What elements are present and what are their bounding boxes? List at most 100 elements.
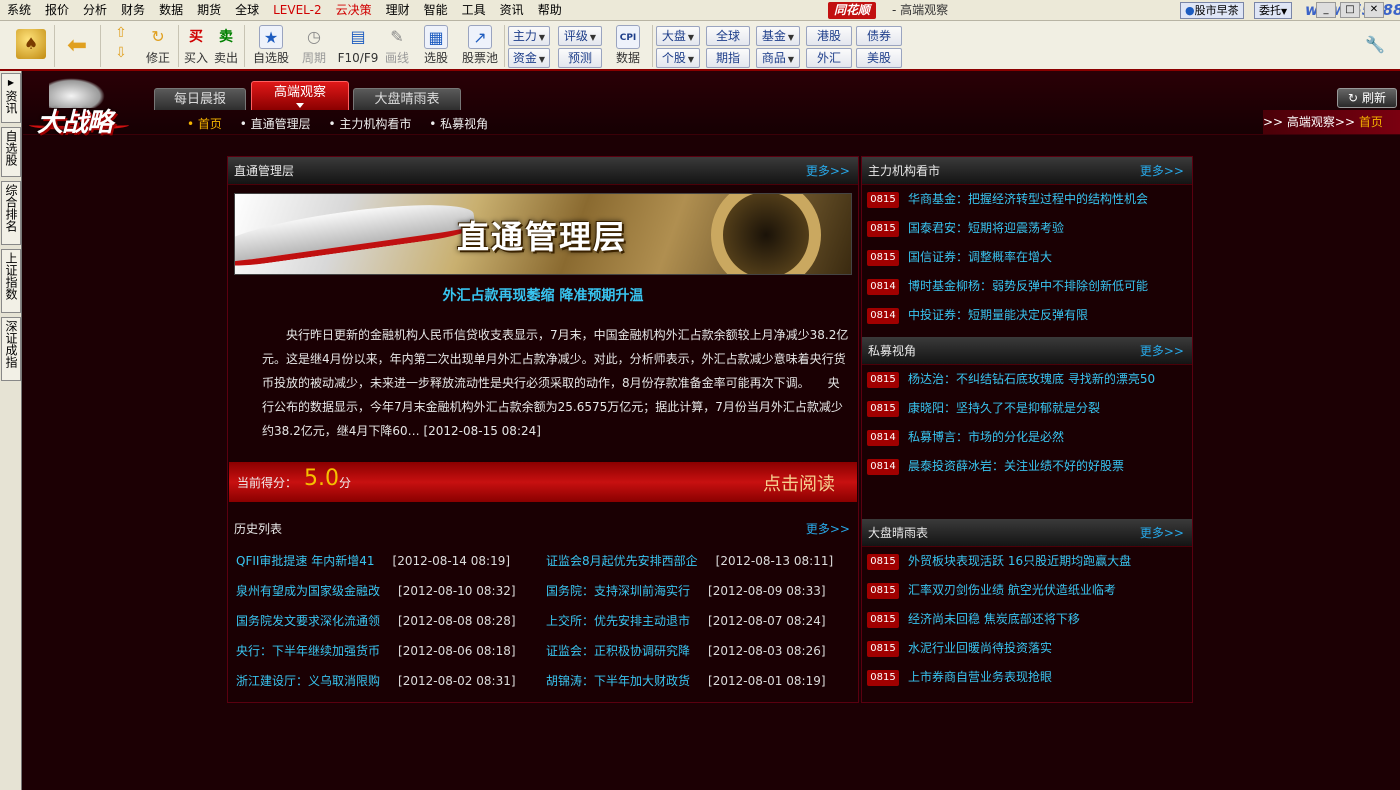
more-link[interactable]: 更多>> xyxy=(806,157,850,185)
history-row[interactable]: 国务院：支持深圳前海实行 [2012-08-09 08:33] xyxy=(546,581,826,601)
news-title[interactable]: 康晓阳：坚持久了不是抑郁就是分裂 xyxy=(908,401,1100,415)
banner-image[interactable]: 直通管理层 xyxy=(234,193,852,275)
news-item[interactable]: 0815 水泥行业回暖尚待投资落实 xyxy=(862,634,1192,663)
history-more-link[interactable]: 更多>> xyxy=(806,515,850,543)
history-title[interactable]: 上交所：优先安排主动退市 xyxy=(546,614,690,628)
subnav-management[interactable]: • 直通管理层 xyxy=(240,117,311,131)
menu-finance[interactable]: 财务 xyxy=(114,0,152,21)
news-item[interactable]: 0814 博时基金柳杨：弱势反弹中不排除创新低可能 xyxy=(862,272,1192,301)
news-item[interactable]: 0815 国信证券：调整概率在增大 xyxy=(862,243,1192,272)
history-row[interactable]: 泉州有望成为国家级金融改 [2012-08-10 08:32] xyxy=(236,581,516,601)
buy-button[interactable]: 买 买入 xyxy=(182,23,210,69)
news-item[interactable]: 0815 外贸板块表现活跃 16只股近期均跑赢大盘 xyxy=(862,547,1192,576)
news-item[interactable]: 0814 中投证券：短期量能决定反弹有限 xyxy=(862,301,1192,330)
news-title[interactable]: 中投证券：短期量能决定反弹有限 xyxy=(908,308,1088,322)
history-title[interactable]: 胡锦涛：下半年加大财政货 xyxy=(546,674,690,688)
more-link[interactable]: 更多>> xyxy=(1140,519,1184,547)
history-row[interactable]: 上交所：优先安排主动退市 [2012-08-07 08:24] xyxy=(546,611,826,631)
global-button[interactable]: 全球 xyxy=(706,26,750,46)
history-title[interactable]: 国务院：支持深圳前海实行 xyxy=(546,584,690,598)
news-title[interactable]: 私募博言：市场的分化是必然 xyxy=(908,430,1064,444)
news-title[interactable]: 水泥行业回暖尚待投资落实 xyxy=(908,641,1052,655)
left-tab-news[interactable]: ▶ 资讯 xyxy=(1,73,21,123)
news-title[interactable]: 外贸板块表现活跃 16只股近期均跑赢大盘 xyxy=(908,554,1131,568)
tab-morning-report[interactable]: 每日晨报 xyxy=(154,88,246,110)
news-title[interactable]: 上市券商自营业务表现抢眼 xyxy=(908,670,1052,684)
news-item[interactable]: 0815 杨达治：不纠结钻石底玫瑰底 寻找新的漂亮50 xyxy=(862,365,1192,394)
news-item[interactable]: 0815 康晓阳：坚持久了不是抑郁就是分裂 xyxy=(862,394,1192,423)
menu-help[interactable]: 帮助 xyxy=(531,0,569,21)
period-button[interactable]: ◷ 周期 xyxy=(296,23,332,69)
history-title[interactable]: QFII审批提速 年内新增41 xyxy=(236,554,375,568)
rating-button[interactable]: 评级 ▼ xyxy=(558,26,602,46)
refresh-button[interactable]: ↻ 刷新 xyxy=(1337,88,1397,108)
news-title[interactable]: 经济尚未回稳 焦炭底部还将下移 xyxy=(908,612,1080,626)
draw-line-button[interactable]: ✎ 画线 xyxy=(382,23,412,69)
menu-news[interactable]: 资讯 xyxy=(493,0,531,21)
hk-stock-button[interactable]: 港股 xyxy=(806,26,852,46)
morning-tea-button[interactable]: ●股市早茶 xyxy=(1180,2,1244,19)
capital-button[interactable]: 资金 ▼ xyxy=(508,48,550,68)
menu-analysis[interactable]: 分析 xyxy=(76,0,114,21)
f10-button[interactable]: ▤ F10/F9 xyxy=(336,23,380,69)
history-title[interactable]: 证监会8月起优先安排西部企 xyxy=(546,554,698,568)
forecast-button[interactable]: 预测 xyxy=(558,48,602,68)
history-title[interactable]: 泉州有望成为国家级金融改 xyxy=(236,584,380,598)
menu-quote[interactable]: 报价 xyxy=(38,0,76,21)
subnav-home[interactable]: • 首页 xyxy=(187,117,222,131)
history-title[interactable]: 国务院发文要求深化流通领 xyxy=(236,614,380,628)
back-button[interactable]: ⬅ xyxy=(60,23,94,69)
home-button[interactable]: ♠ xyxy=(14,23,48,69)
menu-global[interactable]: 全球 xyxy=(228,0,266,21)
data-button[interactable]: CPI 数据 xyxy=(608,23,648,69)
left-tab-watchlist[interactable]: 自选股 xyxy=(1,127,21,177)
page-up-down-button[interactable]: ⇧ ⇩ xyxy=(106,23,136,69)
history-title[interactable]: 央行：下半年继续加强货币 xyxy=(236,644,380,658)
subnav-private-equity[interactable]: • 私募视角 xyxy=(429,117,488,131)
history-row[interactable]: 浙江建设厅：义乌取消限购 [2012-08-02 08:31] xyxy=(236,671,516,691)
menu-level2[interactable]: LEVEL-2 xyxy=(266,0,329,21)
news-title[interactable]: 博时基金柳杨：弱势反弹中不排除创新低可能 xyxy=(908,279,1148,293)
menu-wealth[interactable]: 理财 xyxy=(379,0,417,21)
sell-button[interactable]: 卖 卖出 xyxy=(212,23,240,69)
news-title[interactable]: 华商基金：把握经济转型过程中的结构性机会 xyxy=(908,192,1148,206)
market-button[interactable]: 大盘 ▼ xyxy=(656,26,700,46)
minimize-icon[interactable]: _ xyxy=(1316,2,1336,18)
menu-data[interactable]: 数据 xyxy=(152,0,190,21)
more-link[interactable]: 更多>> xyxy=(1140,337,1184,365)
news-title[interactable]: 晨泰投资薛冰岩：关注业绩不好的好股票 xyxy=(908,459,1124,473)
close-icon[interactable]: ✕ xyxy=(1364,2,1384,18)
fund-button[interactable]: 基金 ▼ xyxy=(756,26,800,46)
settings-button[interactable]: 🔧 xyxy=(1360,23,1390,69)
news-item[interactable]: 0814 晨泰投资薛冰岩：关注业绩不好的好股票 xyxy=(862,452,1192,481)
tab-high-end-observation[interactable]: 高端观察 xyxy=(251,81,349,110)
bond-button[interactable]: 债券 xyxy=(856,26,902,46)
menu-system[interactable]: 系统 xyxy=(0,0,38,21)
main-force-button[interactable]: 主力 ▼ xyxy=(508,26,550,46)
news-title[interactable]: 国泰君安：短期将迎震荡考验 xyxy=(908,221,1064,235)
index-futures-button[interactable]: 期指 xyxy=(706,48,750,68)
left-tab-ranking[interactable]: 综合排名 xyxy=(1,181,21,245)
left-tab-shenzhen-index[interactable]: 深证成指 xyxy=(1,317,21,381)
news-item[interactable]: 0815 华商基金：把握经济转型过程中的结构性机会 xyxy=(862,185,1192,214)
article-title[interactable]: 外汇占款再现萎缩 降准预期升温 xyxy=(228,285,858,305)
subnav-institutions[interactable]: • 主力机构看市 xyxy=(328,117,411,131)
news-item[interactable]: 0815 上市券商自营业务表现抢眼 xyxy=(862,663,1192,692)
entrust-button[interactable]: 委托▼ xyxy=(1254,2,1293,19)
news-title[interactable]: 国信证券：调整概率在增大 xyxy=(908,250,1052,264)
menu-cloud-decision[interactable]: 云决策 xyxy=(329,0,379,21)
menu-smart[interactable]: 智能 xyxy=(417,0,455,21)
maximize-icon[interactable]: □ xyxy=(1340,2,1360,18)
forex-button[interactable]: 外汇 xyxy=(806,48,852,68)
history-row[interactable]: 证监会：正积极协调研究降 [2012-08-03 08:26] xyxy=(546,641,826,661)
more-link[interactable]: 更多>> xyxy=(1140,157,1184,185)
history-row[interactable]: 胡锦涛：下半年加大财政货 [2012-08-01 08:19] xyxy=(546,671,826,691)
history-row[interactable]: 央行：下半年继续加强货币 [2012-08-06 08:18] xyxy=(236,641,516,661)
history-row[interactable]: 国务院发文要求深化流通领 [2012-08-08 08:28] xyxy=(236,611,516,631)
history-title[interactable]: 证监会：正积极协调研究降 xyxy=(546,644,690,658)
read-button[interactable]: 点击阅读 xyxy=(763,470,835,496)
stock-pool-button[interactable]: ↗ 股票池 xyxy=(460,23,500,69)
tab-market-barometer[interactable]: 大盘晴雨表 xyxy=(353,88,461,110)
stock-button[interactable]: 个股 ▼ xyxy=(656,48,700,68)
history-row[interactable]: 证监会8月起优先安排西部企 [2012-08-13 08:11] xyxy=(546,551,833,571)
